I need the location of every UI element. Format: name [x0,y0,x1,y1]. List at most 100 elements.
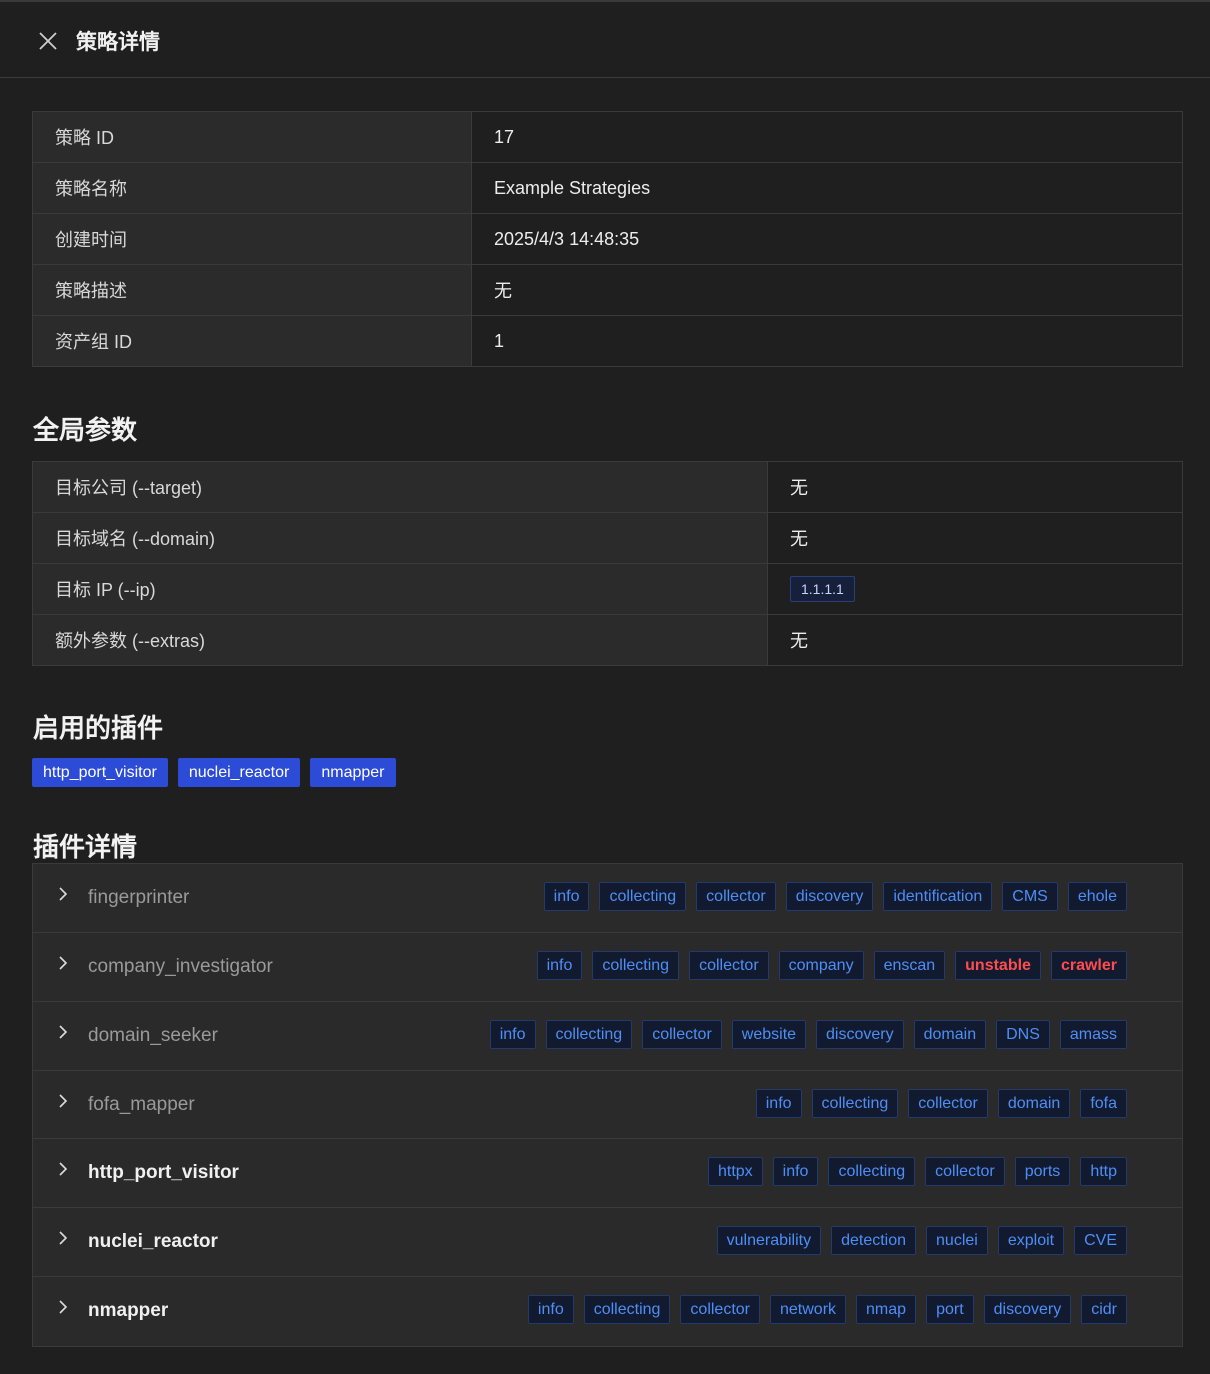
plugin-tag: detection [831,1226,917,1256]
table-row: 额外参数 (--extras) 无 [32,614,1183,666]
page-title: 策略详情 [76,31,160,54]
plugin-tag: info [543,882,590,911]
row-value: 1 [471,315,1183,367]
plugin-tag: collector [908,1088,988,1118]
row-label: 目标域名 (--domain) [32,512,768,564]
plugin-tag: fofa [1080,1088,1127,1118]
plugin-tag: port [926,1295,974,1325]
plugin-tag: CVE [1074,1226,1127,1256]
table-row: 策略 ID 17 [32,111,1183,163]
plugin-tag: collecting [599,882,687,911]
plugin-tag: info [536,950,583,980]
plugin-row[interactable]: company_investigator info collecting collec… [33,933,1182,1002]
row-value: Example Strategies [471,162,1183,214]
plugin-tag: amass [1059,1019,1127,1049]
plugin-tag: company [778,950,864,980]
chevron-right-icon[interactable] [55,1093,71,1109]
row-label: 创建时间 [32,213,472,265]
drawer-header: 策略详情 [0,2,1210,78]
table-row: 创建时间 2025/4/3 14:48:35 [32,213,1183,265]
table-row: 目标公司 (--target) 无 [32,461,1183,513]
plugin-tag: crawler [1050,950,1127,980]
plugin-tag: collector [680,1295,760,1325]
table-row: 目标域名 (--domain) 无 [32,512,1183,564]
chevron-right-icon[interactable] [55,886,71,902]
plugin-tag: domain [997,1088,1071,1118]
plugin-tag: discovery [983,1295,1072,1325]
row-value: 无 [767,512,1183,564]
plugin-tag: nmap [856,1295,917,1325]
plugin-tag: vulnerability [716,1226,822,1256]
plugin-name: nmapper [88,1300,169,1322]
row-label: 额外参数 (--extras) [32,614,768,666]
table-row: 目标 IP (--ip) 1.1.1.1 [32,563,1183,615]
global-params-table: 目标公司 (--target) 无 目标域名 (--domain) 无 目标 I… [32,461,1183,666]
plugin-tags: httpx info collecting collector ports http [707,1157,1127,1187]
enabled-plugin-tag[interactable]: nmapper [310,758,396,787]
row-value: 1.1.1.1 [767,563,1183,615]
plugin-tags: info collecting collector network nmap port di… [527,1295,1127,1325]
plugin-tags: info collecting collector domain fofa [755,1088,1127,1118]
plugin-tag: collecting [811,1088,899,1118]
chevron-right-icon[interactable] [55,1161,71,1177]
row-value: 17 [471,111,1183,163]
chevron-right-icon[interactable] [55,1230,71,1246]
plugin-tag: cidr [1081,1295,1127,1325]
plugin-name: nuclei_reactor [88,1231,218,1253]
ip-tag: 1.1.1.1 [790,576,855,602]
plugin-tags: info collecting collector discovery identifi… [543,882,1127,911]
plugin-tag: collecting [545,1019,633,1049]
chevron-right-icon[interactable] [55,1024,71,1040]
enabled-plugin-tag[interactable]: http_port_visitor [32,758,168,787]
chevron-right-icon[interactable] [55,1299,71,1315]
plugin-row[interactable]: nmapper info collecting collector network nma… [33,1277,1182,1346]
plugin-tag: website [731,1019,807,1049]
plugin-tag: ports [1014,1157,1071,1187]
close-icon[interactable] [36,29,60,53]
plugin-tag: discovery [816,1019,904,1049]
plugin-tag: collector [689,950,769,980]
plugin-row[interactable]: http_port_visitor httpx info collecting coll… [33,1139,1182,1209]
row-value: 2025/4/3 14:48:35 [471,213,1183,265]
row-label: 策略描述 [32,264,472,316]
table-row: 策略名称 Example Strategies [32,162,1183,214]
plugin-tag: collector [642,1019,722,1049]
table-row: 资产组 ID 1 [32,315,1183,367]
plugin-tag: identification [883,882,993,911]
row-value: 无 [767,461,1183,513]
row-label: 资产组 ID [32,315,472,367]
plugin-row[interactable]: fofa_mapper info collecting collector domain… [33,1071,1182,1140]
plugin-row[interactable]: fingerprinter info collecting collector disc… [33,864,1182,933]
row-value: 无 [767,614,1183,666]
plugin-tag: CMS [1002,882,1058,911]
plugin-tag: http [1080,1157,1127,1187]
plugin-details-list: fingerprinter info collecting collector disc… [32,863,1183,1347]
row-value: 无 [471,264,1183,316]
plugin-tag: nuclei [926,1226,988,1256]
plugin-tag: collector [925,1157,1005,1187]
plugin-tag: unstable [955,950,1041,980]
plugin-tag: httpx [707,1157,763,1187]
strategy-info-table: 策略 ID 17 策略名称 Example Strategies 创建时间 20… [32,111,1183,367]
plugin-name: http_port_visitor [88,1162,239,1184]
row-label: 目标 IP (--ip) [32,563,768,615]
plugin-tag: exploit [997,1226,1065,1256]
plugin-tag: info [772,1157,819,1187]
plugin-tag: collecting [828,1157,916,1187]
row-label: 目标公司 (--target) [32,461,768,513]
plugin-tag: collecting [583,1295,671,1325]
chevron-right-icon[interactable] [55,955,71,971]
plugin-details-heading: 插件详情 [33,832,138,862]
plugin-tag: domain [913,1019,987,1049]
enabled-plugin-tag[interactable]: nuclei_reactor [177,758,301,787]
plugin-tag: discovery [785,882,874,911]
plugin-tags: info collecting collector company enscan unst… [536,950,1127,980]
plugin-tags: info collecting collector website discovery d… [489,1019,1127,1049]
plugin-row[interactable]: nuclei_reactor vulnerability detection nucl… [33,1208,1182,1278]
plugin-tag: ehole [1067,882,1127,911]
plugin-row[interactable]: domain_seeker info collecting collector webs… [33,1002,1182,1071]
table-row: 策略描述 无 [32,264,1183,316]
plugin-tag: info [755,1088,802,1118]
plugin-tag: DNS [996,1019,1050,1049]
plugin-tag: enscan [873,950,946,980]
